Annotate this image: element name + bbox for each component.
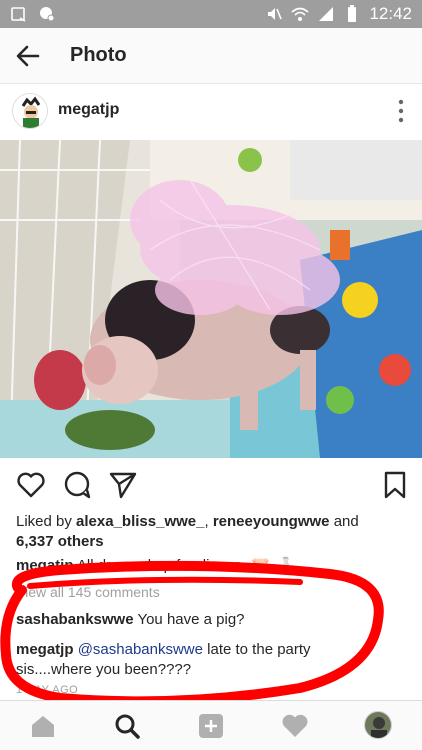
likes-and: and xyxy=(329,513,359,530)
bottom-nav xyxy=(0,700,422,750)
post-caption: megatjp All dressed up for dinner.. 🐷 🍶 xyxy=(16,556,406,576)
likes-count[interactable]: 6,337 others xyxy=(16,533,104,550)
post-photo[interactable] xyxy=(0,140,422,458)
view-all-comments-link[interactable]: View all 145 comments xyxy=(16,584,160,600)
battery-icon xyxy=(348,5,357,22)
likes-prefix: Liked by xyxy=(16,513,77,530)
search-icon[interactable] xyxy=(112,711,142,741)
pig-in-tutu-image xyxy=(0,140,422,458)
home-icon[interactable] xyxy=(28,711,58,741)
caption-username[interactable]: megatjp xyxy=(16,557,74,574)
caption-text: All dressed up for dinner.. 🐷 🍶 xyxy=(73,557,293,574)
back-arrow-icon[interactable] xyxy=(14,42,42,70)
profile-image xyxy=(365,712,391,738)
comment-username[interactable]: sashabankswwe xyxy=(16,611,134,628)
liker-link[interactable]: alexa_bliss_wwe_ xyxy=(76,513,204,530)
avatar[interactable] xyxy=(12,93,48,129)
post-header: megatjp xyxy=(0,84,422,140)
post-username[interactable]: megatjp xyxy=(58,101,119,119)
mute-icon xyxy=(268,8,283,20)
comment: sashabankswwe You have a pig? xyxy=(16,610,406,630)
chat-bubble-icon xyxy=(40,7,55,22)
avatar-image xyxy=(13,94,47,128)
comment-text: You have a pig? xyxy=(133,611,245,628)
comment-icon[interactable] xyxy=(62,470,92,500)
more-options-icon[interactable] xyxy=(398,98,404,124)
app-bar: Photo xyxy=(0,28,422,84)
share-icon[interactable] xyxy=(108,470,138,500)
comment-mention[interactable]: @sashabankswwe xyxy=(78,641,203,658)
comment: megatjp @sashabankswwe late to the party… xyxy=(16,640,346,680)
bookmark-icon[interactable] xyxy=(380,470,410,500)
post-timestamp: 1 DAY AGO xyxy=(16,684,79,696)
signal-icon xyxy=(319,7,334,21)
profile-avatar[interactable] xyxy=(364,711,392,739)
likes-separator: , xyxy=(204,513,213,530)
post-actions xyxy=(0,458,422,514)
wifi-icon xyxy=(291,7,309,21)
add-post-icon[interactable] xyxy=(196,711,226,741)
heart-icon[interactable] xyxy=(16,470,46,500)
notification-icon xyxy=(11,7,26,22)
clock: 12:42 xyxy=(369,4,412,23)
comment-username[interactable]: megatjp xyxy=(16,641,74,658)
status-bar: 12:42 xyxy=(0,0,422,28)
page-title: Photo xyxy=(70,44,127,66)
liker-link[interactable]: reneeyoungwwe xyxy=(213,513,330,530)
activity-heart-icon[interactable] xyxy=(280,711,310,741)
likes-summary: Liked by alexa_bliss_wwe_, reneeyoungwwe… xyxy=(16,512,406,552)
